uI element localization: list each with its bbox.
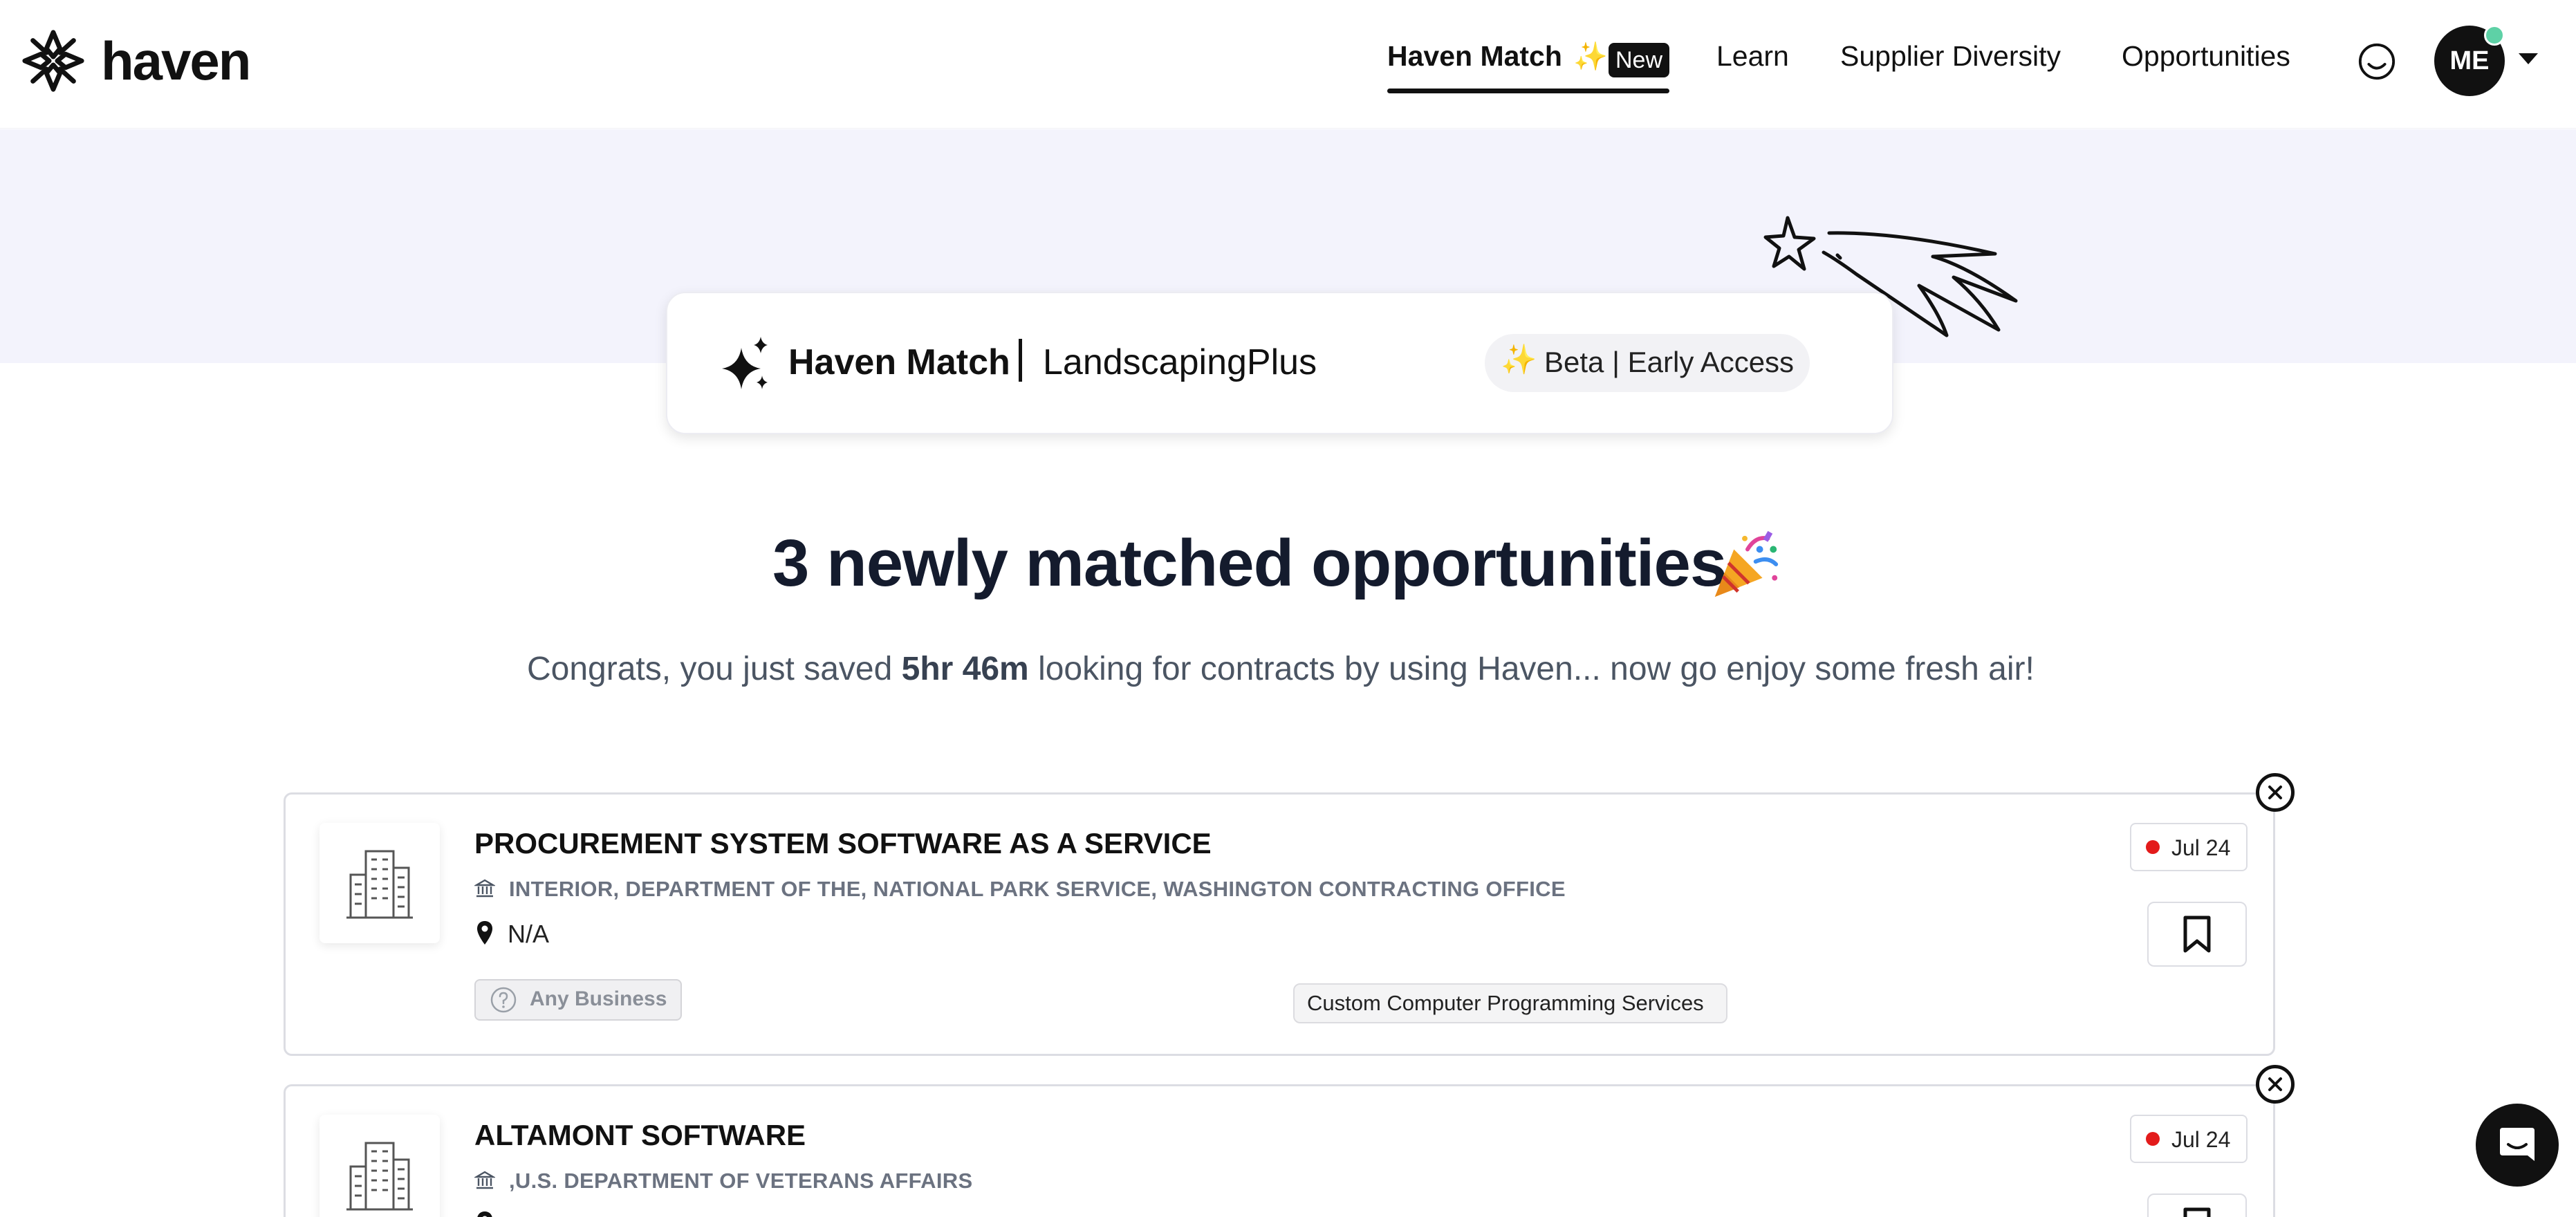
government-building-icon: [474, 1171, 495, 1189]
chat-bubble-icon: [2500, 1128, 2535, 1161]
due-date-label: Jul 24: [2171, 1127, 2231, 1152]
building-icon: [346, 1142, 413, 1211]
beta-badge-label: Beta | Early Access: [1544, 346, 1795, 378]
nav-opportunities[interactable]: Opportunities: [2122, 40, 2290, 73]
close-icon: [2268, 786, 2282, 799]
sparkle-icon: ✨: [1573, 41, 1608, 72]
ai-sparkles-icon: [722, 337, 768, 389]
logo-wordmark: haven: [101, 30, 251, 91]
due-status-dot: [2146, 1132, 2160, 1146]
question-circle-icon: [490, 987, 517, 1013]
close-icon: [2268, 1077, 2282, 1091]
time-saved-message: Congrats, you just saved 5hr 46m looking…: [527, 651, 2035, 687]
time-saved-value: 5hr 46m: [901, 651, 1029, 687]
naics-label: Custom Computer Programming Services: [1307, 991, 1704, 1015]
match-card-title: Haven Match: [788, 342, 1010, 382]
opportunity-title[interactable]: ALTAMONT SOFTWARE: [474, 1119, 806, 1152]
bookmark-icon: [2183, 916, 2211, 953]
bookmark-button[interactable]: [2147, 902, 2247, 967]
top-header: haven Haven Match ✨ New Learn Supplier D…: [0, 0, 2576, 129]
new-badge: New: [1609, 43, 1670, 77]
haven-logo-icon: [22, 30, 84, 92]
agency-thumbnail: [319, 1115, 440, 1217]
smile-icon[interactable]: [2357, 41, 2397, 82]
due-status-dot: [2146, 840, 2160, 854]
agency-name: ,U.S. DEPARTMENT OF VETERANS AFFAIRS: [509, 1169, 973, 1193]
due-date-label: Jul 24: [2171, 835, 2231, 860]
dismiss-button[interactable]: [2256, 773, 2295, 812]
agency-thumbnail: [319, 823, 440, 943]
sparkle-icon: ✨: [1501, 343, 1537, 375]
active-tab-indicator: [1387, 89, 1669, 93]
location-text: N/A: [508, 920, 550, 948]
page-title: 3 newly matched opportunities: [772, 526, 1727, 600]
chevron-down-icon[interactable]: [2519, 53, 2538, 64]
building-icon: [346, 850, 413, 919]
set-aside-label: Any Business: [530, 987, 667, 1010]
dismiss-button[interactable]: [2256, 1065, 2295, 1104]
nav-haven-match[interactable]: Haven Match: [1387, 40, 1562, 73]
location-pin-icon: [477, 921, 492, 945]
chat-launcher-button[interactable]: [2476, 1104, 2559, 1187]
agency-name: INTERIOR, DEPARTMENT OF THE, NATIONAL PA…: [509, 877, 1566, 901]
haven-logo[interactable]: haven: [19, 26, 251, 95]
company-name: LandscapingPlus: [1043, 342, 1317, 382]
nav-learn[interactable]: Learn: [1716, 40, 1789, 73]
title-divider: [1019, 339, 1022, 382]
bookmark-button[interactable]: [2147, 1193, 2247, 1217]
government-building-icon: [474, 879, 495, 898]
location-pin-icon: [477, 1211, 492, 1217]
party-popper-icon: [1714, 530, 1779, 597]
online-status-dot: [2484, 25, 2505, 46]
nav-supplier-diversity[interactable]: Supplier Diversity: [1840, 40, 2061, 73]
bookmark-icon: [2183, 1207, 2211, 1217]
opportunity-title[interactable]: PROCUREMENT SYSTEM SOFTWARE AS A SERVICE: [474, 827, 1212, 860]
